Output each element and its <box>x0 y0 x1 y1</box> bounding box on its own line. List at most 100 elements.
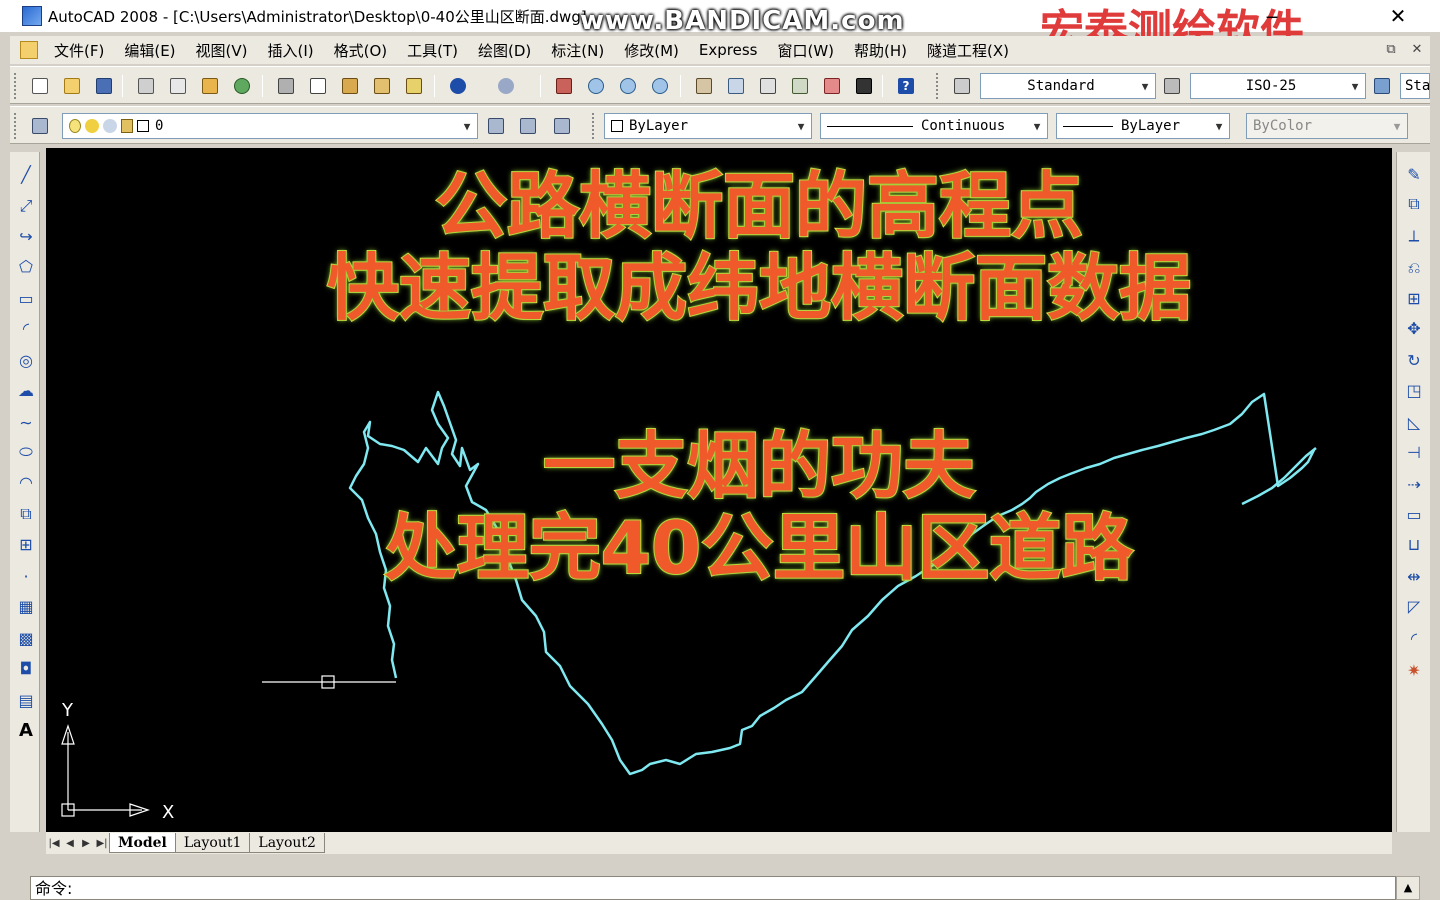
chevron-down-icon[interactable]: ▼ <box>1135 74 1155 98</box>
3d-dwf-icon[interactable] <box>230 75 254 97</box>
tab-model[interactable]: Model <box>109 833 176 853</box>
menu-help[interactable]: 帮助(H) <box>844 40 917 61</box>
scale-icon[interactable]: ◳ <box>1402 378 1426 402</box>
point-icon[interactable]: · <box>14 564 38 588</box>
menu-dimension[interactable]: 标注(N) <box>541 40 614 61</box>
drawing-area[interactable]: Y X 公路横断面的高程点 快速提取成纬地横断面数据 一支烟的功夫 处理完40公… <box>46 148 1392 832</box>
toolbar-grip[interactable] <box>14 73 18 99</box>
menu-insert[interactable]: 插入(I) <box>258 40 324 61</box>
tab-layout1[interactable]: Layout1 <box>174 833 251 853</box>
make-object-layer-current-icon[interactable] <box>484 115 508 137</box>
toolbar-grip[interactable] <box>14 113 18 139</box>
menu-edit[interactable]: 编辑(E) <box>114 40 185 61</box>
layer-states-icon[interactable] <box>550 115 574 137</box>
multiline-text-icon[interactable]: A <box>14 718 38 742</box>
construction-line-icon[interactable]: ⤢ <box>14 194 38 218</box>
document-icon[interactable] <box>20 41 38 59</box>
polyline-icon[interactable]: ↪ <box>14 224 38 248</box>
ellipse-icon[interactable]: ⬭ <box>14 440 38 464</box>
copy-object-icon[interactable]: ⧉ <box>1402 192 1426 216</box>
mirror-icon[interactable]: ⟂ <box>1402 224 1426 248</box>
zoom-previous-icon[interactable] <box>648 75 672 97</box>
explode-icon[interactable]: ✷ <box>1402 658 1426 682</box>
design-center-icon[interactable] <box>724 75 748 97</box>
layer-previous-icon[interactable] <box>516 115 540 137</box>
move-icon[interactable]: ✥ <box>1402 316 1426 340</box>
region-icon[interactable]: ◘ <box>14 656 38 680</box>
lock-icon[interactable] <box>121 119 133 133</box>
sun-icon[interactable] <box>85 119 99 133</box>
join-icon[interactable]: ⇹ <box>1402 564 1426 588</box>
zoom-realtime-icon[interactable] <box>584 75 608 97</box>
layer-color-swatch[interactable] <box>137 120 149 132</box>
next-tab-icon[interactable]: ▶ <box>78 835 94 851</box>
table-style-select[interactable]: Sta <box>1400 73 1430 99</box>
pan-icon[interactable] <box>552 75 576 97</box>
chevron-down-icon[interactable]: ▼ <box>791 114 811 138</box>
calculator-icon[interactable] <box>852 75 876 97</box>
save-icon[interactable] <box>92 75 116 97</box>
chamfer-icon[interactable]: ◸ <box>1402 594 1426 618</box>
menu-window[interactable]: 窗口(W) <box>767 40 844 61</box>
dim-style-select[interactable]: ISO-25 ▼ <box>1190 73 1366 99</box>
prev-tab-icon[interactable]: ◀ <box>62 835 78 851</box>
dim-style-icon[interactable] <box>1160 75 1184 97</box>
rotate-icon[interactable]: ↻ <box>1402 348 1426 372</box>
trim-icon[interactable]: ⊣ <box>1402 440 1426 464</box>
undo-icon[interactable] <box>446 75 470 97</box>
ellipse-arc-icon[interactable]: ◠ <box>14 470 38 494</box>
chevron-down-icon[interactable]: ▼ <box>1027 114 1047 138</box>
menu-tunnel[interactable]: 隧道工程(X) <box>917 40 1019 61</box>
extend-icon[interactable]: ⇢ <box>1402 472 1426 496</box>
chevron-down-icon[interactable]: ▼ <box>1209 114 1229 138</box>
menu-format[interactable]: 格式(O) <box>324 40 398 61</box>
menu-view[interactable]: 视图(V) <box>186 40 258 61</box>
polygon-icon[interactable]: ⬠ <box>14 254 38 278</box>
break-at-point-icon[interactable]: ▭ <box>1402 502 1426 526</box>
command-scroll-up-icon[interactable]: ▲ <box>1396 876 1420 900</box>
chevron-down-icon[interactable]: ▼ <box>1345 74 1365 98</box>
tab-layout2[interactable]: Layout2 <box>249 833 325 853</box>
lineweight-select[interactable]: ByLayer ▼ <box>1056 113 1230 139</box>
layer-select[interactable]: 0 ▼ <box>62 113 478 139</box>
zoom-window-icon[interactable] <box>616 75 640 97</box>
insert-block-icon[interactable]: ⧉ <box>14 502 38 526</box>
arc-icon[interactable]: ◜ <box>14 316 38 340</box>
table-style-icon[interactable] <box>1370 75 1394 97</box>
offset-icon[interactable]: ⎌ <box>1402 256 1426 280</box>
tool-palettes-icon[interactable] <box>756 75 780 97</box>
line-icon[interactable]: ╱ <box>14 162 38 186</box>
lightbulb-icon[interactable] <box>69 119 81 133</box>
hatch-icon[interactable]: ▦ <box>14 594 38 618</box>
revision-cloud-icon[interactable]: ☁ <box>14 378 38 402</box>
doc-close-button[interactable]: ✕ <box>1406 40 1428 60</box>
toolbar-grip[interactable] <box>592 113 596 139</box>
chevron-down-icon[interactable]: ▼ <box>457 114 477 138</box>
menu-express[interactable]: Express <box>689 41 768 59</box>
toolbar-grip[interactable] <box>936 73 940 99</box>
last-tab-icon[interactable]: ▶| <box>94 835 110 851</box>
layer-manager-icon[interactable] <box>28 115 52 137</box>
rectangle-icon[interactable]: ▭ <box>14 286 38 310</box>
paste-icon[interactable] <box>338 75 362 97</box>
block-editor-icon[interactable] <box>402 75 426 97</box>
menu-draw[interactable]: 绘图(D) <box>468 40 541 61</box>
cut-icon[interactable] <box>274 75 298 97</box>
spline-icon[interactable]: ∼ <box>14 410 38 434</box>
menu-file[interactable]: 文件(F) <box>44 40 114 61</box>
open-icon[interactable] <box>60 75 84 97</box>
command-line[interactable]: 命令: <box>30 876 1396 900</box>
array-icon[interactable]: ⊞ <box>1402 286 1426 310</box>
gradient-icon[interactable]: ▩ <box>14 626 38 650</box>
plot-icon[interactable] <box>134 75 158 97</box>
viewport-freeze-icon[interactable] <box>103 119 117 133</box>
erase-icon[interactable]: ✎ <box>1402 162 1426 186</box>
text-style-select[interactable]: Standard ▼ <box>980 73 1156 99</box>
menu-tools[interactable]: 工具(T) <box>397 40 468 61</box>
break-icon[interactable]: ⊔ <box>1402 532 1426 556</box>
new-icon[interactable] <box>28 75 52 97</box>
circle-icon[interactable]: ◎ <box>14 348 38 372</box>
markup-icon[interactable] <box>820 75 844 97</box>
text-style-icon[interactable] <box>950 75 974 97</box>
minimize-button[interactable]: ‒ <box>1254 4 1290 28</box>
